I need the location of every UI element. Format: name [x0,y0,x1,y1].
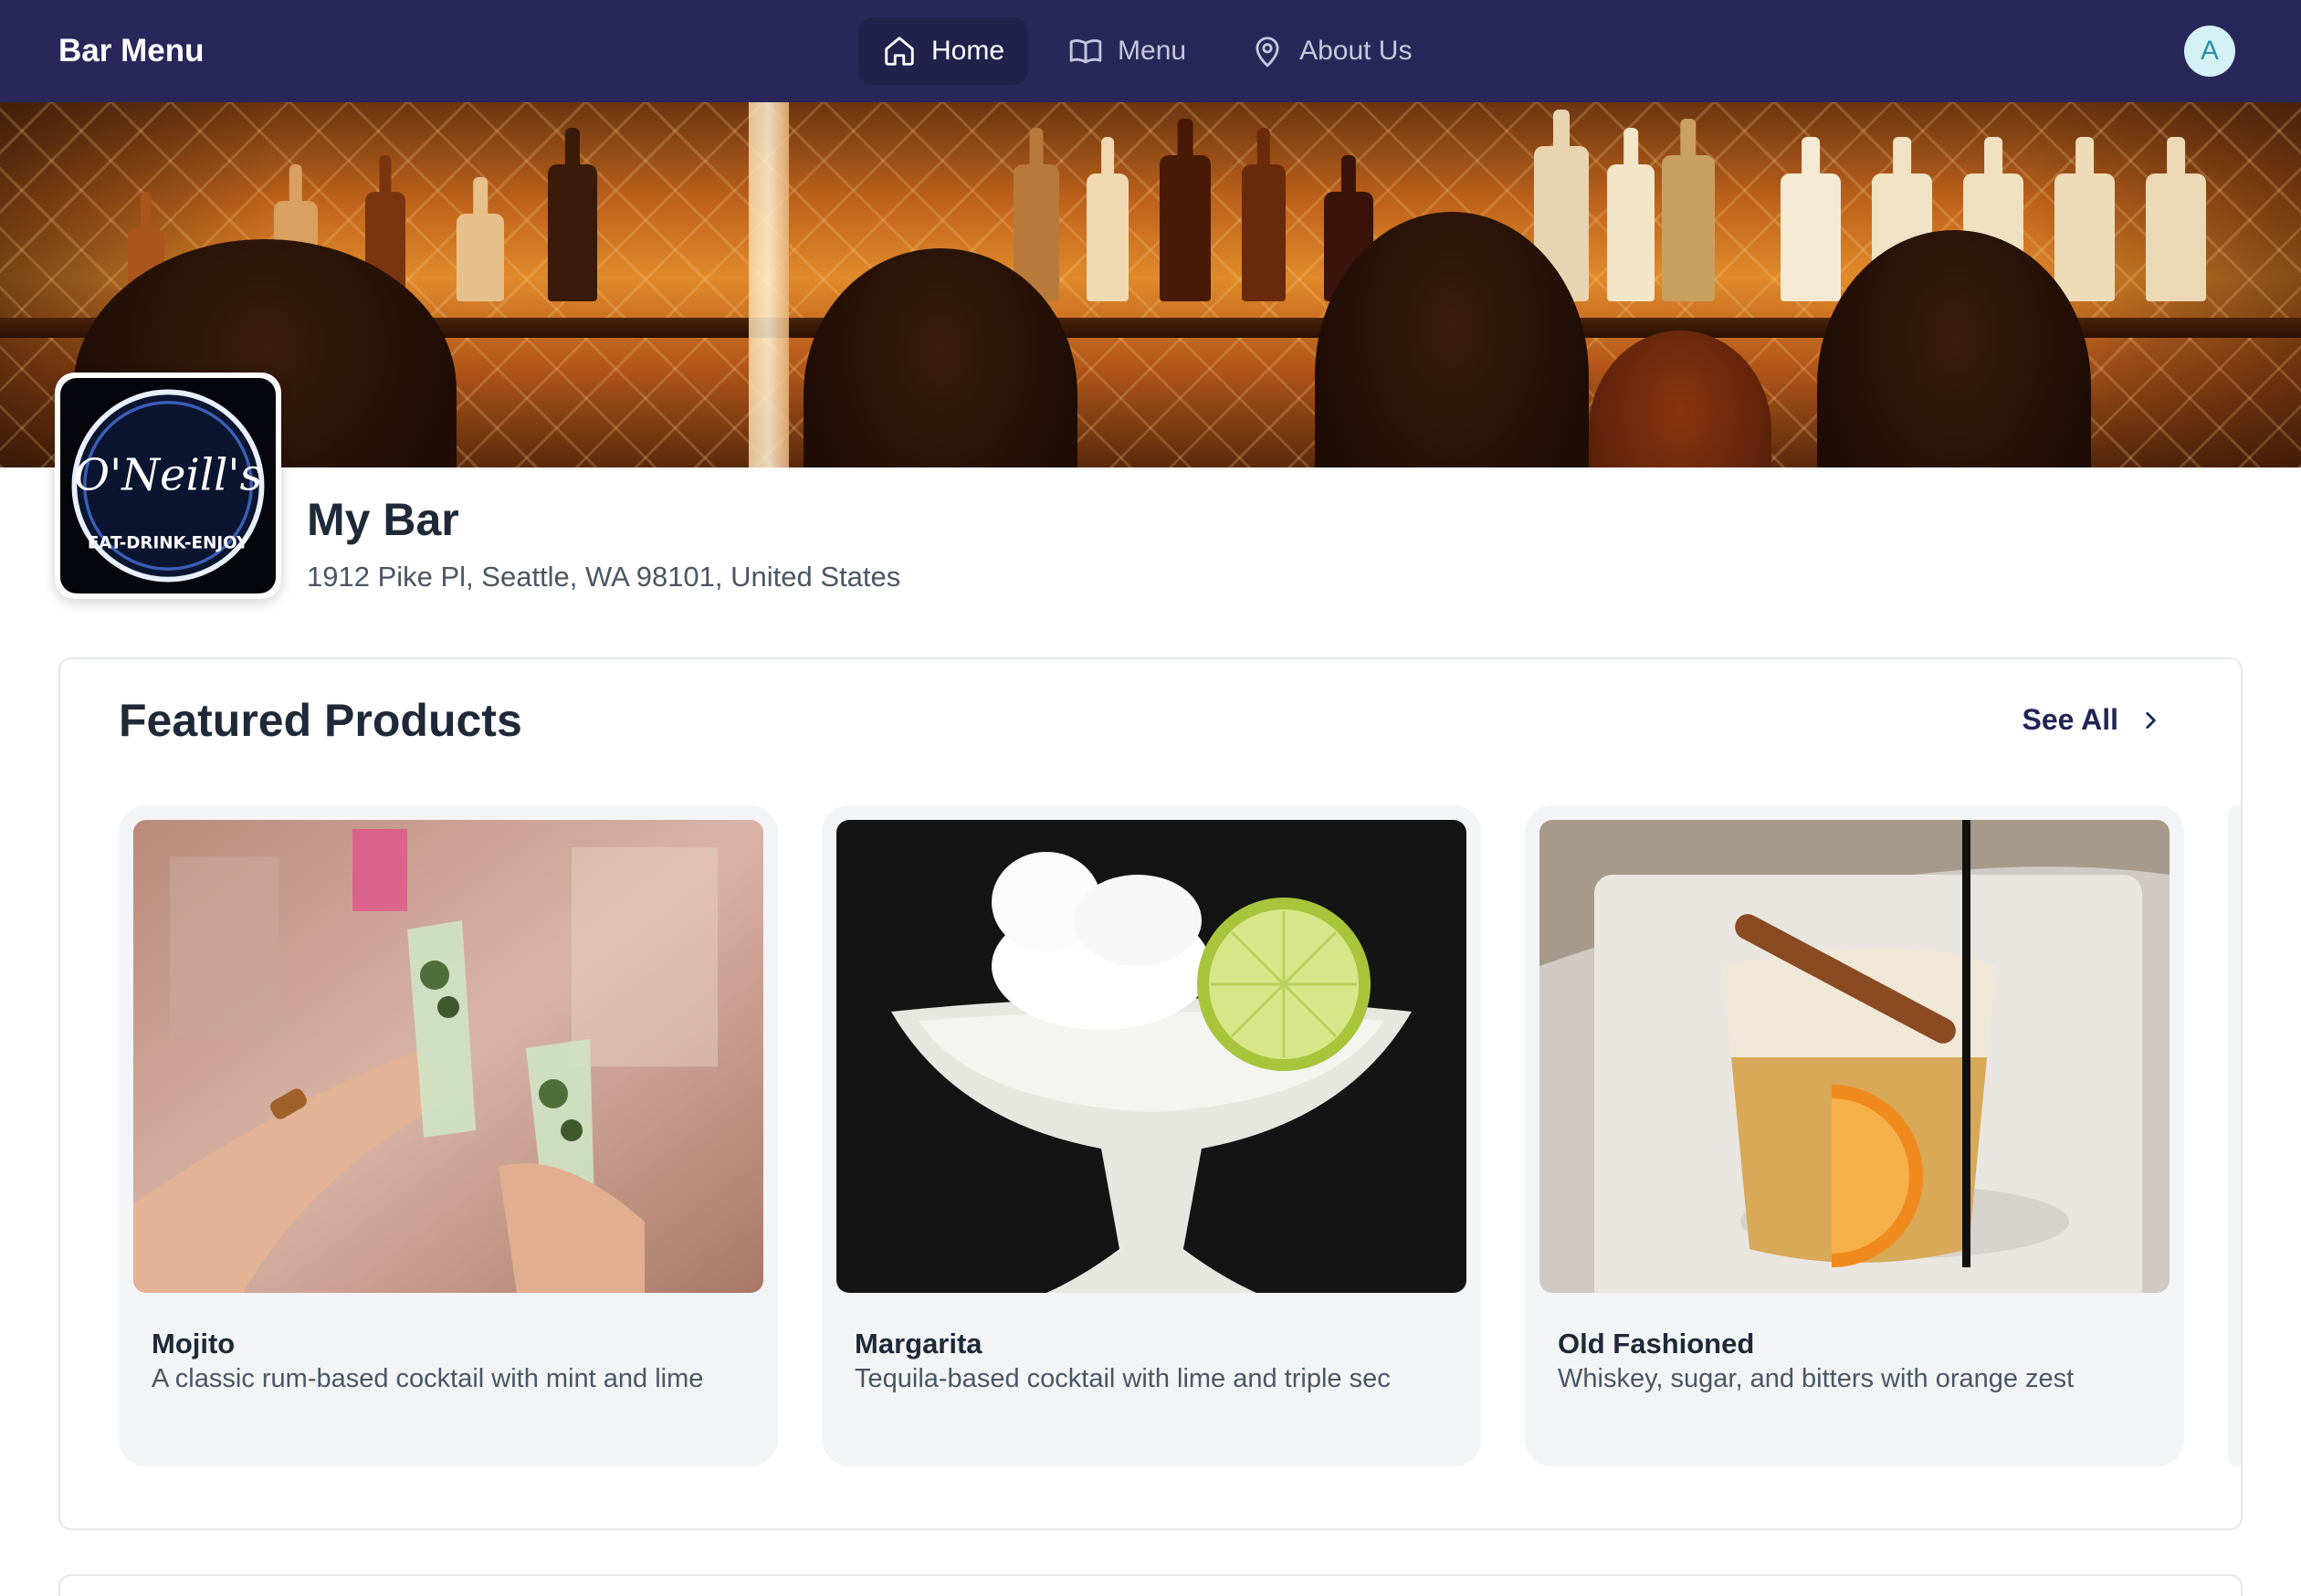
product-name: Mojito [152,1328,236,1360]
product-image-margarita [836,820,1466,1293]
svg-text:O'Neill's: O'Neill's [74,451,262,501]
product-card-next-peek[interactable] [2228,805,2241,1466]
svg-text:EAT-DRINK-ENJOY: EAT-DRINK-ENJOY [88,533,249,552]
see-all-label: See All [2022,703,2118,736]
top-navigation-bar: Bar Menu Home Menu About Us A [0,0,2301,102]
map-pin-icon [1250,34,1285,68]
bar-address: 1912 Pike Pl, Seattle, WA 98101, United … [307,561,901,593]
product-description: A classic rum-based cocktail with mint a… [152,1364,704,1393]
nav-item-label: Home [931,36,1005,66]
nav-item-label: Menu [1118,36,1187,66]
main-nav: Home Menu About Us [858,17,1435,85]
page: Bar Menu Home Menu About Us A O'Neill's … [0,0,2301,1596]
nav-item-home[interactable]: Home [858,17,1029,85]
home-icon [882,34,917,68]
nav-item-menu[interactable]: Menu [1045,17,1210,85]
product-image-mojito [133,820,763,1293]
hero-banner-image [0,102,2301,467]
nav-item-about-us[interactable]: About Us [1226,17,1435,85]
product-card-old-fashioned[interactable]: Old Fashioned Whiskey, sugar, and bitter… [1525,805,2184,1466]
chevron-right-icon [2138,709,2162,732]
nav-item-label: About Us [1299,36,1413,66]
next-section-edge [58,1574,2243,1596]
section-title: Featured Products [119,695,522,746]
product-carousel: Mojito A classic rum-based cocktail with… [119,805,2241,1466]
app-title[interactable]: Bar Menu [58,0,204,102]
bar-logo: O'Neill's EAT-DRINK-ENJOY [55,373,281,599]
product-card-margarita[interactable]: Margarita Tequila-based cocktail with li… [822,805,1481,1466]
oneills-logo-image: O'Neill's EAT-DRINK-ENJOY [71,389,265,583]
product-card-mojito[interactable]: Mojito A classic rum-based cocktail with… [119,805,778,1466]
product-image-old-fashioned [1539,820,2170,1293]
user-avatar[interactable]: A [2184,26,2235,77]
featured-products-section: Featured Products See All Mojito A class… [58,657,2243,1530]
product-name: Old Fashioned [1558,1328,1755,1360]
product-name: Margarita [855,1328,982,1360]
book-open-icon [1068,34,1103,68]
bar-name: My Bar [307,494,459,545]
product-description: Tequila-based cocktail with lime and tri… [855,1364,1391,1393]
product-description: Whiskey, sugar, and bitters with orange … [1558,1364,2075,1393]
see-all-link[interactable]: See All [2022,703,2162,737]
